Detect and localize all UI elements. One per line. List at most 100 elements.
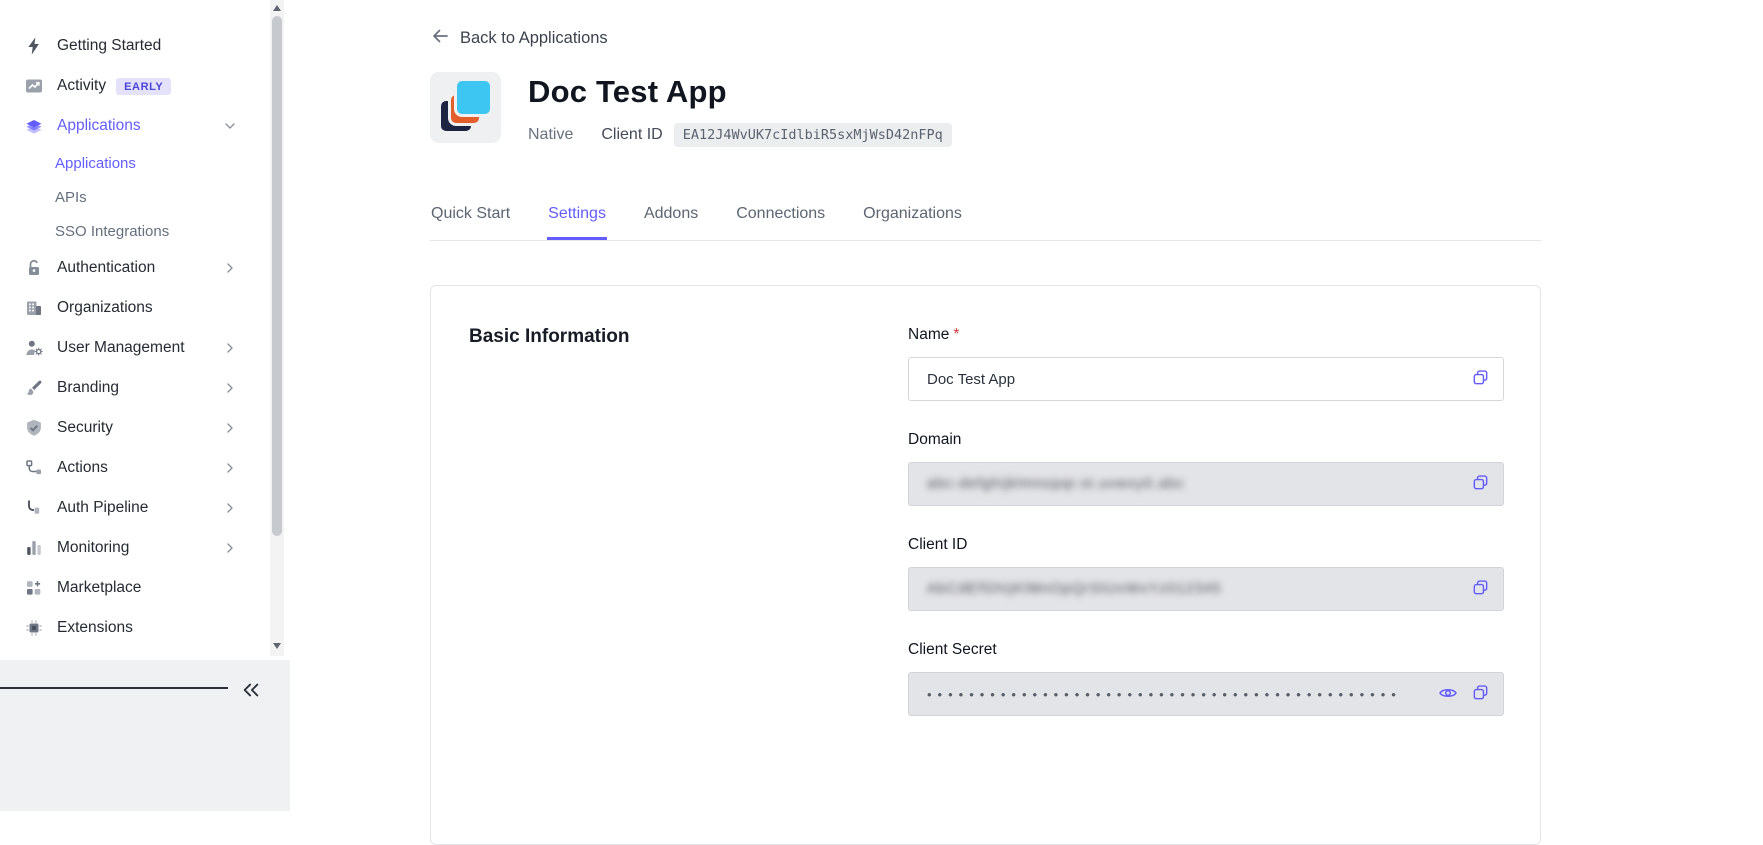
back-arrow-icon — [430, 26, 450, 51]
sidebar-item-label: Extensions — [57, 619, 133, 637]
sidebar-item-applications-sub[interactable]: Applications — [0, 146, 270, 180]
client-id-label: Client ID — [601, 126, 662, 144]
sidebar-footer — [0, 660, 290, 811]
sidebar-item-auth-pipeline[interactable]: Auth Pipeline — [0, 488, 270, 528]
copy-icon — [1471, 473, 1490, 495]
scrollbar-up-arrow-icon[interactable] — [273, 5, 281, 11]
sidebar-item-actions[interactable]: Actions — [0, 448, 270, 488]
client-id-chip[interactable]: EA12J4WvUK7cIdlbiR5sxMjWsD42nFPq — [674, 123, 952, 147]
app-logo — [430, 72, 501, 143]
required-asterisk: * — [953, 326, 959, 343]
activity-icon — [24, 76, 44, 96]
layers-icon — [24, 116, 44, 136]
copy-icon — [1471, 683, 1490, 705]
building-icon — [24, 298, 44, 318]
chevron-right-icon — [222, 460, 238, 476]
chevron-right-icon — [222, 260, 238, 276]
back-to-applications-link[interactable]: Back to Applications — [430, 26, 608, 51]
sidebar-item-label: Branding — [57, 379, 119, 397]
client-id-field: Client IDAbCdEfGhIjKlMnOpQrStUvWxYz01234… — [908, 536, 1504, 611]
name-label: Name* — [908, 326, 1504, 344]
copy-client-id-button[interactable] — [1469, 578, 1491, 600]
sidebar-item-organizations[interactable]: Organizations — [0, 288, 270, 328]
sidebar-item-label: Applications — [55, 155, 136, 172]
grid-plus-icon — [24, 578, 44, 598]
name-input[interactable]: Doc Test App — [908, 357, 1504, 401]
settings-card: Basic Information Name* Doc Test App Domai… — [430, 285, 1541, 845]
tab-bar: Quick Start Settings Addons Connections Orga… — [430, 203, 1541, 241]
section-title: Basic Information — [469, 326, 908, 348]
sidebar-resize-divider[interactable] — [0, 687, 228, 689]
sidebar-item-marketplace[interactable]: Marketplace — [0, 568, 270, 608]
sidebar-collapse-button[interactable] — [238, 679, 264, 703]
chip-icon — [24, 618, 44, 638]
sidebar-item-apis[interactable]: APIs — [0, 180, 270, 214]
chevron-right-icon — [222, 420, 238, 436]
domain-input: abc-defghijklmnopqr.st.uvwxy0.abc — [908, 462, 1504, 506]
client-secret-input: ••••••••••••••••••••••••••••••••••••••••… — [908, 672, 1504, 716]
tab-addons[interactable]: Addons — [643, 203, 699, 240]
sidebar-item-label: Applications — [57, 117, 141, 135]
basic-information-form: Name* Doc Test App Domain abc-defghijklmnop… — [908, 326, 1504, 784]
tab-quick-start[interactable]: Quick Start — [430, 203, 511, 240]
chevron-right-icon — [222, 500, 238, 516]
sidebar-scrollbar[interactable] — [270, 0, 284, 656]
sidebar-item-applications[interactable]: Applications — [0, 106, 270, 146]
page-title: Doc Test App — [528, 74, 952, 110]
bolt-icon — [24, 36, 44, 56]
tab-settings[interactable]: Settings — [547, 203, 607, 240]
client-secret-label: Client Secret — [908, 641, 1504, 659]
scrollbar-down-arrow-icon[interactable] — [273, 643, 281, 649]
logo-cyan-square — [457, 81, 490, 114]
main-content: Back to Applications Doc Test App Native… — [290, 0, 1763, 811]
sidebar-item-activity[interactable]: Activity EARLY — [0, 66, 270, 106]
sidebar-item-label: Getting Started — [57, 37, 161, 55]
copy-name-button[interactable] — [1469, 368, 1491, 390]
tab-connections[interactable]: Connections — [735, 203, 826, 240]
chart-bars-icon — [24, 538, 44, 558]
sidebar-item-label: Activity — [57, 77, 106, 95]
eye-icon — [1438, 683, 1458, 706]
double-chevron-left-icon — [240, 681, 262, 702]
sidebar-item-sso-integrations[interactable]: SSO Integrations — [0, 214, 270, 248]
domain-field: Domain abc-defghijklmnopqr.st.uvwxy0.abc — [908, 431, 1504, 506]
sidebar-nav: Getting Started Activity EARLY Applications… — [0, 0, 270, 648]
app-header: Doc Test App Native Client ID EA12J4WvUK… — [430, 72, 1763, 147]
sidebar-item-label: Security — [57, 419, 113, 437]
chevron-right-icon — [222, 540, 238, 556]
sidebar-item-authentication[interactable]: Authentication — [0, 248, 270, 288]
sidebar-item-label: APIs — [55, 189, 87, 206]
copy-client-secret-button[interactable] — [1469, 683, 1491, 705]
sidebar-item-label: Auth Pipeline — [57, 499, 148, 517]
sidebar: Getting Started Activity EARLY Applications… — [0, 0, 290, 811]
client-secret-value: ••••••••••••••••••••••••••••••••••••••••… — [927, 687, 1397, 702]
scrollbar-thumb[interactable] — [272, 16, 282, 536]
name-field: Name* Doc Test App — [908, 326, 1504, 401]
client-id-input: AbCdEfGhIjKlMnOpQrStUvWxYz012345 — [908, 567, 1504, 611]
early-badge: EARLY — [116, 78, 171, 95]
lock-icon — [24, 258, 44, 278]
copy-icon — [1471, 368, 1490, 390]
sidebar-item-getting-started[interactable]: Getting Started — [0, 26, 270, 66]
sidebar-item-branding[interactable]: Branding — [0, 368, 270, 408]
reveal-client-secret-button[interactable] — [1437, 683, 1459, 705]
sidebar-item-extensions[interactable]: Extensions — [0, 608, 270, 648]
sidebar-item-label: Monitoring — [57, 539, 129, 557]
sidebar-item-label: Marketplace — [57, 579, 141, 597]
sidebar-item-label: Authentication — [57, 259, 155, 277]
brush-icon — [24, 378, 44, 398]
sidebar-item-user-management[interactable]: User Management — [0, 328, 270, 368]
sidebar-item-label: Actions — [57, 459, 108, 477]
domain-value-redacted: abc-defghijklmnopqr.st.uvwxy0.abc — [927, 476, 1185, 492]
sidebar-item-monitoring[interactable]: Monitoring — [0, 528, 270, 568]
shield-icon — [24, 418, 44, 438]
user-gear-icon — [24, 338, 44, 358]
sidebar-item-security[interactable]: Security — [0, 408, 270, 448]
copy-domain-button[interactable] — [1469, 473, 1491, 495]
chevron-right-icon — [222, 340, 238, 356]
copy-icon — [1471, 578, 1490, 600]
sidebar-item-label: User Management — [57, 339, 185, 357]
sidebar-item-label: SSO Integrations — [55, 223, 169, 240]
domain-label: Domain — [908, 431, 1504, 449]
tab-organizations[interactable]: Organizations — [862, 203, 963, 240]
